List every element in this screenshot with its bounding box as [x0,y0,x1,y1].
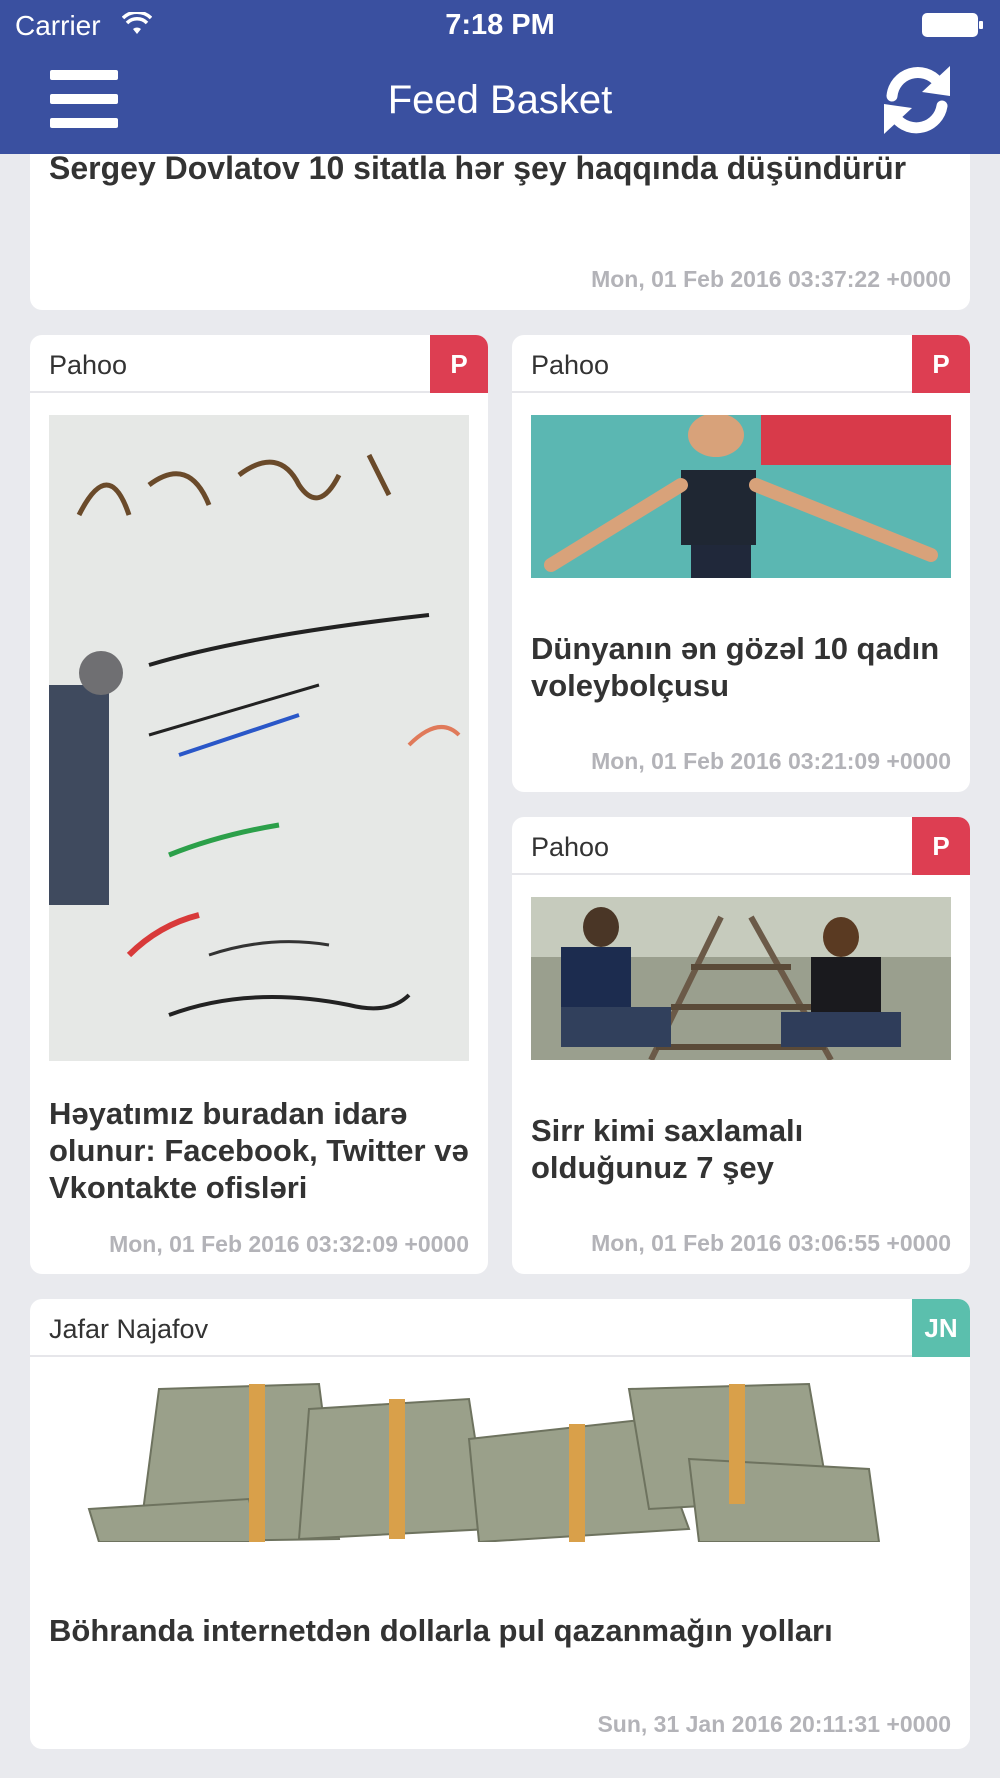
headline: Həyatımız buradan idarə olunur: Facebook… [49,1096,469,1205]
source-name: Jafar Najafov [49,1314,209,1344]
date-label: Mon, 01 Feb 2016 03:37:22 +0000 [591,266,951,292]
feed-card[interactable]: Pahoo P Dünyanın ən gözəl 10 qadın voley… [512,335,970,792]
refresh-icon[interactable] [880,62,954,138]
article-thumbnail [49,1379,951,1542]
source-name: Pahoo [49,350,128,380]
article-thumbnail [49,415,469,1061]
app-title: Feed Basket [387,78,613,122]
card-header: Pahoo P [30,335,488,393]
status-bar: Carrier 7:18 PM [0,0,1000,50]
feed-card[interactable]: Pahoo P Sirr kimi saxlamalı olduğunuz 7 … [512,817,970,1274]
date-label: Mon, 01 Feb 2016 03:06:55 +0000 [591,1230,951,1256]
headline: Böhranda internetdən dollarla pul qazanm… [49,1613,833,1648]
date-label: Sun, 31 Jan 2016 20:11:31 +0000 [597,1711,951,1737]
article-thumbnail [531,415,951,578]
status-time: 7:18 PM [445,9,555,41]
source-badge: JN [912,1299,970,1357]
source-badge: P [912,335,970,393]
nav-bar: Feed Basket [0,50,1000,154]
source-name: Pahoo [531,832,610,862]
battery-icon [922,13,983,37]
source-name: Pahoo [531,350,610,380]
card-header: Jafar Najafov JN [30,1299,970,1357]
headline: Sirr kimi saxlamalı olduğunuz 7 şey [531,1113,804,1185]
source-badge: P [430,335,488,393]
app-header: Carrier 7:18 PM Feed Basket [0,0,1000,154]
date-label: Mon, 01 Feb 2016 03:32:09 +0000 [109,1231,469,1257]
feed-card[interactable]: Jafar Najafov JN Böhranda internetdən do… [30,1299,970,1749]
headline: Dünyanın ən gözəl 10 qadın voleybolçusu [531,631,940,703]
feed-card[interactable]: Pahoo P Həyatımız buradan idarə olunur: … [30,335,488,1274]
card-header: Pahoo P [512,817,970,875]
headline: Sergey Dovlatov 10 sitatla hər şey haqqı… [49,150,907,186]
card-header: Pahoo P [512,335,970,393]
source-badge: P [912,817,970,875]
date-label: Mon, 01 Feb 2016 03:21:09 +0000 [591,748,951,774]
article-thumbnail [531,897,951,1060]
